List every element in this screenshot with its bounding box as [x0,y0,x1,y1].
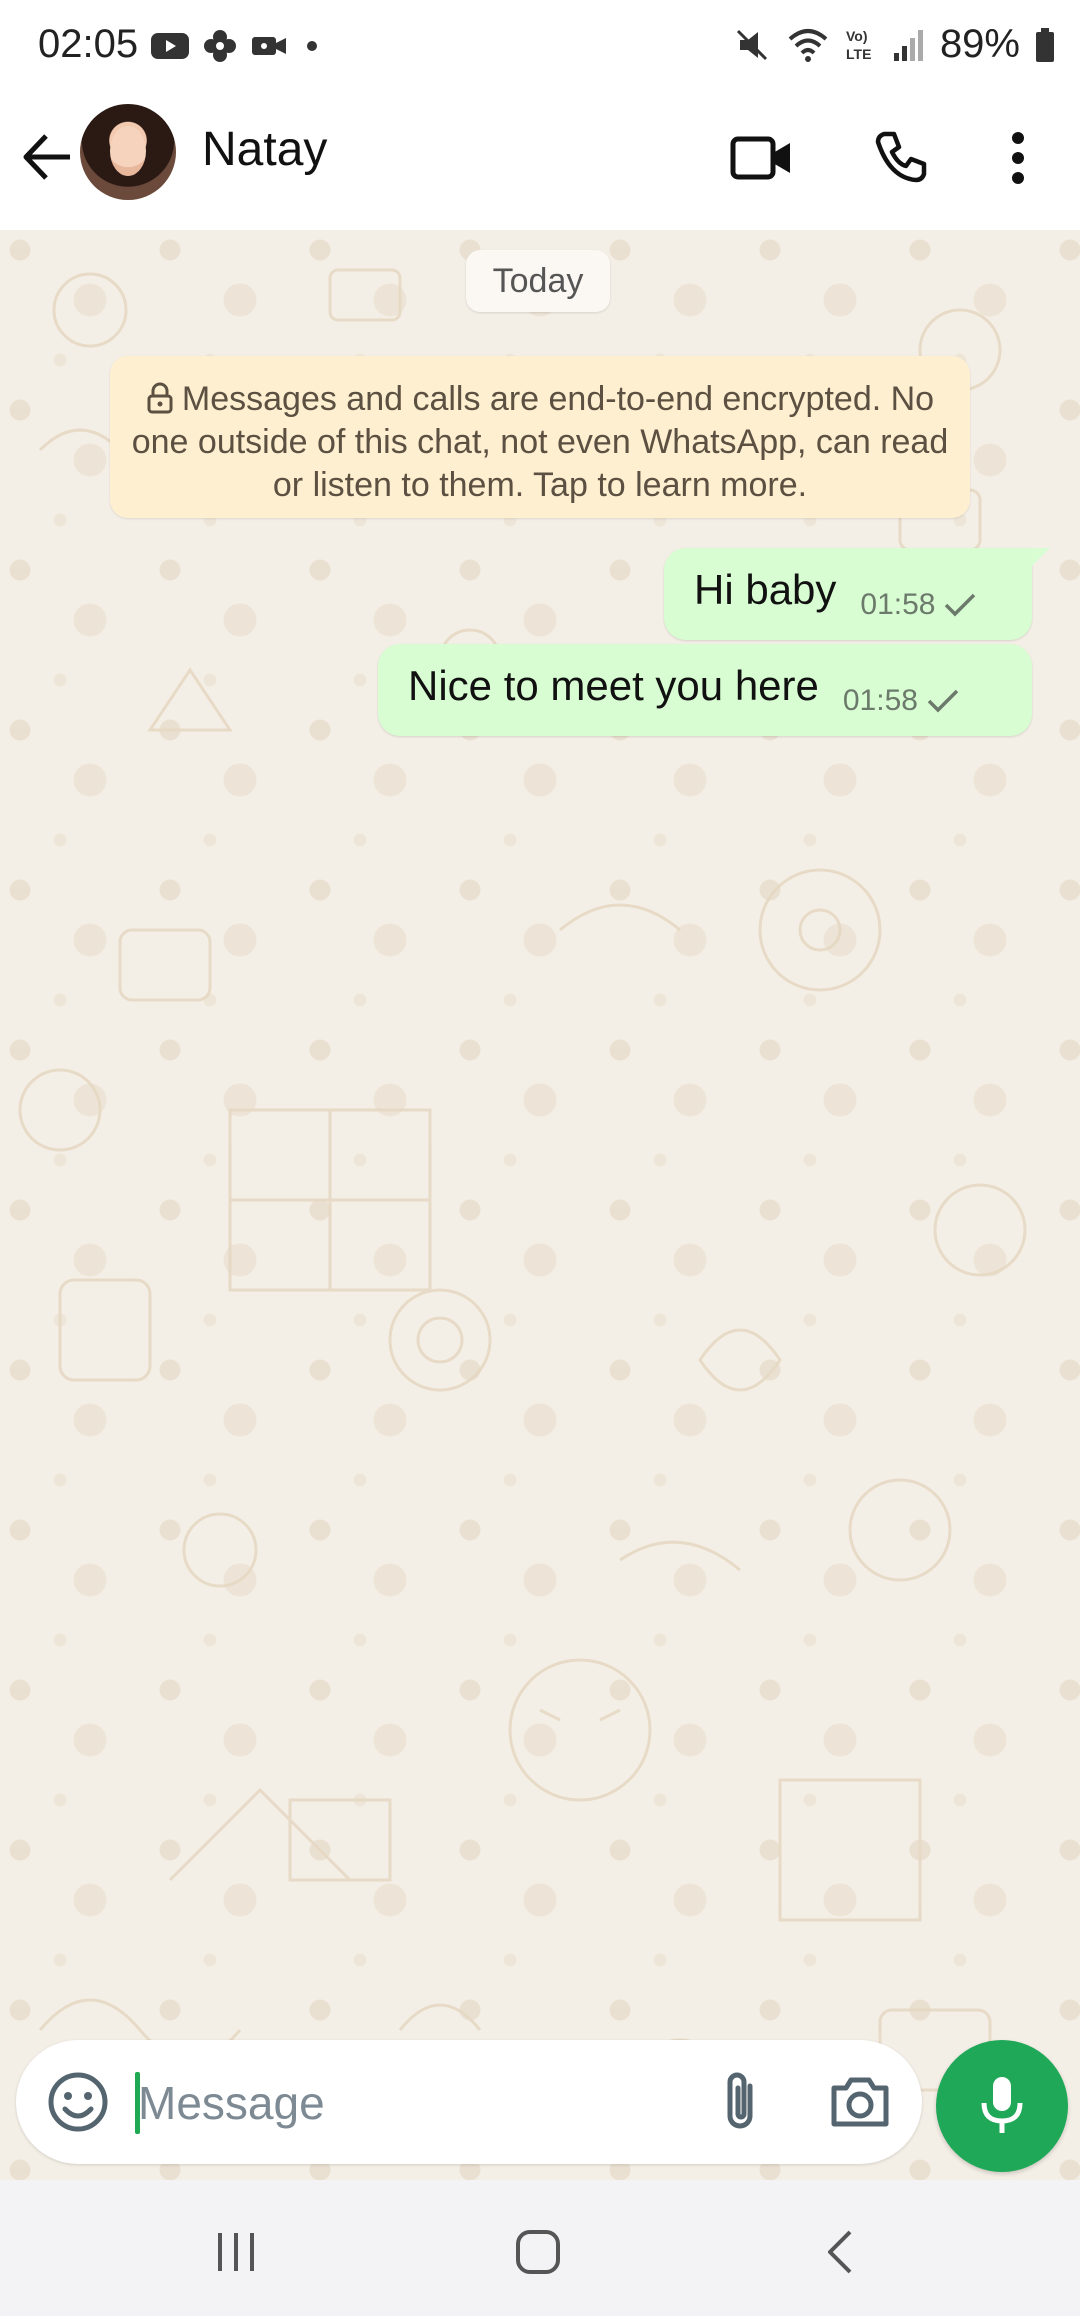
message-meta: 01:58 [843,684,960,718]
message-bubble-outgoing[interactable]: Nice to meet you here 01:58 [378,644,1032,736]
message-composer [0,2040,1080,2180]
back-arrow-icon [23,134,70,180]
voice-call-button[interactable] [864,122,936,194]
chat-wallpaper [18,268,1027,2122]
system-back-button[interactable] [800,2216,880,2288]
microphone-icon [981,2077,1023,2133]
paperclip-icon [727,2072,753,2129]
status-bar: 02:05 Vo) LTE 89% [0,0,1080,96]
svg-text:LTE: LTE [846,46,871,62]
youtube-icon [151,33,189,59]
video-call-button[interactable] [726,122,798,194]
status-right: Vo) LTE 89% [732,22,1056,67]
emoji-icon [48,2072,108,2132]
recent-apps-button[interactable] [196,2216,276,2288]
contact-name[interactable]: Natay [202,122,327,177]
system-navigation-bar [0,2180,1080,2316]
single-check-icon [927,689,959,713]
message-input[interactable] [136,2062,700,2144]
dot-icon [307,41,317,51]
mute-icon [736,29,767,60]
battery-icon [1036,27,1054,62]
back-icon [828,2230,852,2274]
emoji-button[interactable] [42,2066,114,2138]
status-time: 02:05 [38,22,139,66]
back-button[interactable] [18,126,80,188]
camera-icon [831,2077,889,2127]
message-input-container[interactable] [16,2040,922,2164]
home-icon [516,2230,560,2274]
message-meta: 01:58 [860,588,977,622]
camera-button[interactable] [822,2064,898,2140]
more-options-button[interactable] [982,122,1054,194]
encryption-notice[interactable]: Messages and calls are end-to-end encryp… [110,356,970,518]
encryption-notice-text: Messages and calls are end-to-end encryp… [131,380,949,504]
svg-text:Vo): Vo) [846,28,868,44]
wifi-icon [788,28,828,62]
chat-header: Natay [0,96,1080,230]
message-bubble-outgoing[interactable]: Hi baby 01:58 [664,548,1050,640]
date-separator: Today [466,250,610,312]
recent-apps-icon [218,2233,254,2271]
contact-avatar[interactable] [80,104,176,200]
home-button[interactable] [498,2216,578,2288]
lock-icon [147,382,173,414]
chat-messages-area[interactable]: Today Messages and calls are end-to-end … [0,230,1080,2180]
volte-icon: Vo) LTE [846,28,871,62]
message-time: 01:58 [842,684,918,717]
message-text: Hi baby [694,566,837,613]
video-call-icon [730,136,790,180]
message-time: 01:58 [860,588,936,621]
phone-call-icon [875,131,927,183]
voice-message-button[interactable] [936,2040,1068,2172]
battery-percentage: 89% [939,22,1020,66]
more-options-icon [1012,132,1024,184]
message-text: Nice to meet you here [408,662,819,709]
single-check-icon [945,593,976,617]
video-record-icon [252,37,286,55]
attach-button[interactable] [702,2064,778,2140]
signal-icon [893,29,923,61]
status-left-icons [150,28,324,64]
pinwheel-icon [204,30,236,62]
